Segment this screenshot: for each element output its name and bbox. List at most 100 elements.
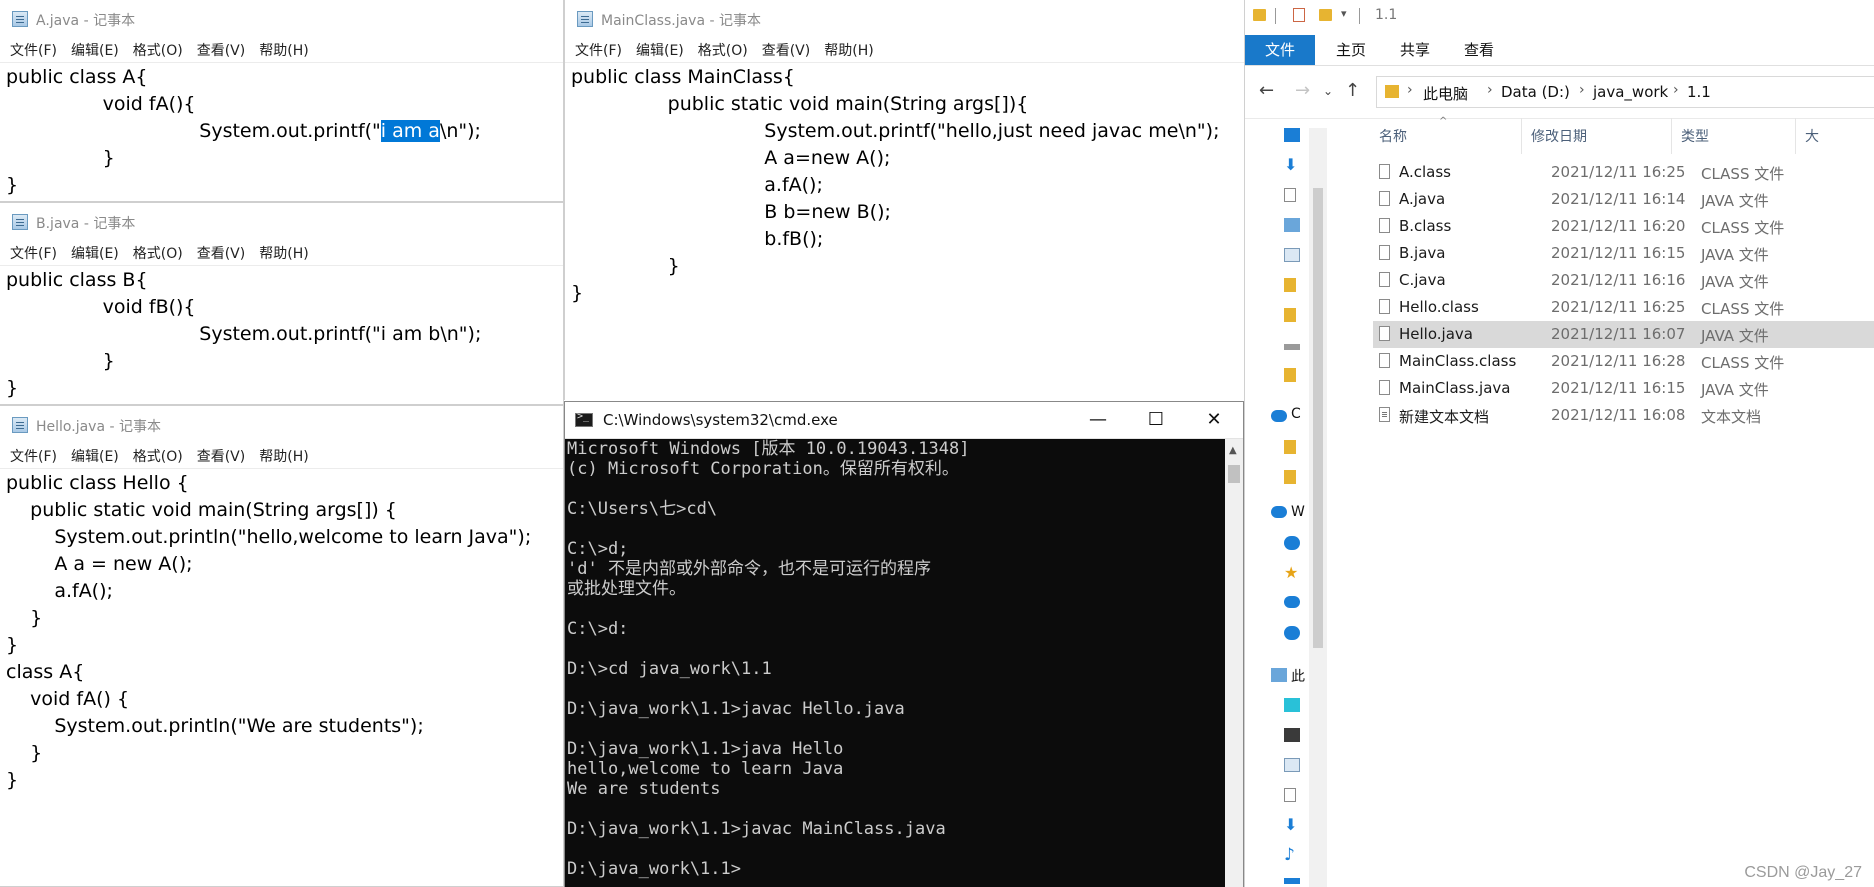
minimize-button[interactable]: — xyxy=(1069,402,1127,438)
desktop-icon[interactable] xyxy=(1284,128,1300,142)
forward-arrow-icon[interactable]: → xyxy=(1295,80,1310,101)
breadcrumb-drive-d[interactable]: Data (D:) xyxy=(1501,83,1570,101)
download-icon[interactable]: ⬇ xyxy=(1284,157,1300,173)
properties-icon[interactable] xyxy=(1293,8,1305,22)
nav-label[interactable]: C xyxy=(1291,406,1301,422)
file-row[interactable]: MainClass.java 2021/12/11 16:15 JAVA 文件 xyxy=(1373,375,1874,402)
this-pc-icon[interactable] xyxy=(1271,668,1287,682)
menu-help[interactable]: 帮助(H) xyxy=(259,40,308,62)
new-folder-icon[interactable] xyxy=(1319,9,1332,21)
file-row[interactable]: MainClass.class 2021/12/11 16:28 CLASS 文件 xyxy=(1373,348,1874,375)
menu-view[interactable]: 查看(V) xyxy=(197,40,246,62)
nav-label[interactable]: W xyxy=(1291,504,1305,520)
breadcrumb-1-1[interactable]: 1.1 xyxy=(1687,83,1711,101)
folder-icon[interactable] xyxy=(1284,308,1296,322)
file-row[interactable]: A.java 2021/12/11 16:14 JAVA 文件 xyxy=(1373,186,1874,213)
download-icon[interactable]: ⬇ xyxy=(1284,817,1300,833)
column-header-name[interactable]: 名称 xyxy=(1379,126,1407,146)
column-header-size[interactable]: 大 xyxy=(1805,126,1819,146)
pictures-icon[interactable] xyxy=(1284,248,1300,262)
close-button[interactable]: ✕ xyxy=(1185,402,1243,438)
folder-icon[interactable] xyxy=(1284,440,1296,454)
menu-view[interactable]: 查看(V) xyxy=(197,243,246,265)
scrollbar-thumb[interactable] xyxy=(1313,188,1323,648)
cloud-icon[interactable] xyxy=(1284,596,1300,608)
file-row[interactable]: B.class 2021/12/11 16:20 CLASS 文件 xyxy=(1373,213,1874,240)
cmd-title-bar[interactable]: C:\Windows\system32\cmd.exe — ☐ ✕ xyxy=(565,402,1243,439)
maximize-button[interactable]: ☐ xyxy=(1127,402,1185,438)
tab-home[interactable]: 主页 xyxy=(1319,35,1383,65)
tab-file[interactable]: 文件 xyxy=(1245,35,1315,65)
desktop-icon[interactable] xyxy=(1284,878,1300,884)
3d-objects-icon[interactable] xyxy=(1284,698,1300,712)
up-arrow-icon[interactable]: ↑ xyxy=(1345,80,1360,101)
customize-dropdown-icon[interactable]: ▾ xyxy=(1341,7,1347,20)
pictures-icon[interactable] xyxy=(1284,758,1300,772)
scrollbar-thumb[interactable] xyxy=(1228,465,1240,483)
menu-help[interactable]: 帮助(H) xyxy=(824,40,873,62)
file-row[interactable]: Hello.class 2021/12/11 16:25 CLASS 文件 xyxy=(1373,294,1874,321)
menu-edit[interactable]: 编辑(E) xyxy=(71,446,119,468)
notepad-title-bar[interactable]: A.java - 记事本 xyxy=(0,0,563,40)
breadcrumb-this-pc[interactable]: 此电脑 xyxy=(1423,83,1468,104)
text-editor[interactable]: public class B{ void fB(){ System.out.pr… xyxy=(6,267,563,402)
computer-icon[interactable] xyxy=(1284,218,1300,232)
column-header-type[interactable]: 类型 xyxy=(1681,126,1709,146)
people-icon[interactable] xyxy=(1284,626,1300,640)
star-icon[interactable]: ★ xyxy=(1284,565,1300,581)
music-icon[interactable]: ♪ xyxy=(1284,847,1300,864)
file-row[interactable]: C.java 2021/12/11 16:16 JAVA 文件 xyxy=(1373,267,1874,294)
column-separator[interactable] xyxy=(1795,118,1796,154)
scroll-up-icon[interactable]: ▲ xyxy=(1229,445,1237,456)
menu-edit[interactable]: 编辑(E) xyxy=(71,40,119,62)
column-separator[interactable] xyxy=(1521,118,1522,154)
text-editor[interactable]: public class MainClass{ public static vo… xyxy=(571,64,1244,307)
file-row-selected[interactable]: Hello.java 2021/12/11 16:07 JAVA 文件 xyxy=(1373,321,1874,348)
file-row[interactable]: A.class 2021/12/11 16:25 CLASS 文件 xyxy=(1373,159,1874,186)
menu-edit[interactable]: 编辑(E) xyxy=(71,243,119,265)
document-icon[interactable] xyxy=(1284,788,1296,802)
file-row[interactable]: B.java 2021/12/11 16:15 JAVA 文件 xyxy=(1373,240,1874,267)
menu-file[interactable]: 文件(F) xyxy=(10,40,57,62)
videos-icon[interactable] xyxy=(1284,728,1300,742)
column-header-date[interactable]: 修改日期 xyxy=(1531,126,1587,146)
document-icon[interactable] xyxy=(1284,188,1296,202)
menu-view[interactable]: 查看(V) xyxy=(762,40,811,62)
file-row[interactable]: 新建文本文档 2021/12/11 16:08 文本文档 xyxy=(1373,402,1874,429)
navigation-pane-scrollbar[interactable] xyxy=(1309,128,1327,887)
notepad-title-bar[interactable]: MainClass.java - 记事本 xyxy=(565,0,1244,40)
vertical-scrollbar[interactable]: ▲ xyxy=(1225,439,1243,887)
folder-icon[interactable] xyxy=(1284,278,1296,292)
menu-format[interactable]: 格式(O) xyxy=(698,40,748,62)
menu-file[interactable]: 文件(F) xyxy=(10,243,57,265)
onedrive-icon[interactable] xyxy=(1271,410,1287,422)
menu-help[interactable]: 帮助(H) xyxy=(259,446,308,468)
onedrive-icon[interactable] xyxy=(1271,506,1287,518)
clock-icon[interactable] xyxy=(1284,536,1300,550)
back-arrow-icon[interactable]: ← xyxy=(1259,80,1274,101)
menu-file[interactable]: 文件(F) xyxy=(575,40,622,62)
folder-icon[interactable] xyxy=(1284,368,1296,382)
menu-file[interactable]: 文件(F) xyxy=(10,446,57,468)
menu-format[interactable]: 格式(O) xyxy=(133,446,183,468)
nav-label[interactable]: 此 xyxy=(1291,666,1305,686)
recent-dropdown-icon[interactable]: ⌄ xyxy=(1323,84,1333,98)
text-editor[interactable]: public class Hello { public static void … xyxy=(6,470,563,794)
column-separator[interactable] xyxy=(1671,118,1672,154)
folder-icon[interactable] xyxy=(1284,470,1296,484)
address-bar[interactable]: › 此电脑 › Data (D:) › java_work › 1.1 xyxy=(1376,76,1874,108)
menu-edit[interactable]: 编辑(E) xyxy=(636,40,684,62)
folder-icon[interactable] xyxy=(1253,9,1266,21)
notepad-title-bar[interactable]: Hello.java - 记事本 xyxy=(0,406,563,446)
console-output[interactable]: Microsoft Windows [版本 10.0.19043.1348] (c… xyxy=(565,439,1225,887)
tab-view[interactable]: 查看 xyxy=(1447,35,1511,65)
notepad-title-bar[interactable]: B.java - 记事本 xyxy=(0,203,563,243)
menu-format[interactable]: 格式(O) xyxy=(133,243,183,265)
text-editor[interactable]: public class A{ void fA(){ System.out.pr… xyxy=(6,64,563,199)
tab-share[interactable]: 共享 xyxy=(1383,35,1447,65)
breadcrumb-java-work[interactable]: java_work xyxy=(1593,83,1668,101)
drive-icon[interactable] xyxy=(1284,344,1300,350)
menu-help[interactable]: 帮助(H) xyxy=(259,243,308,265)
menu-view[interactable]: 查看(V) xyxy=(197,446,246,468)
menu-format[interactable]: 格式(O) xyxy=(133,40,183,62)
